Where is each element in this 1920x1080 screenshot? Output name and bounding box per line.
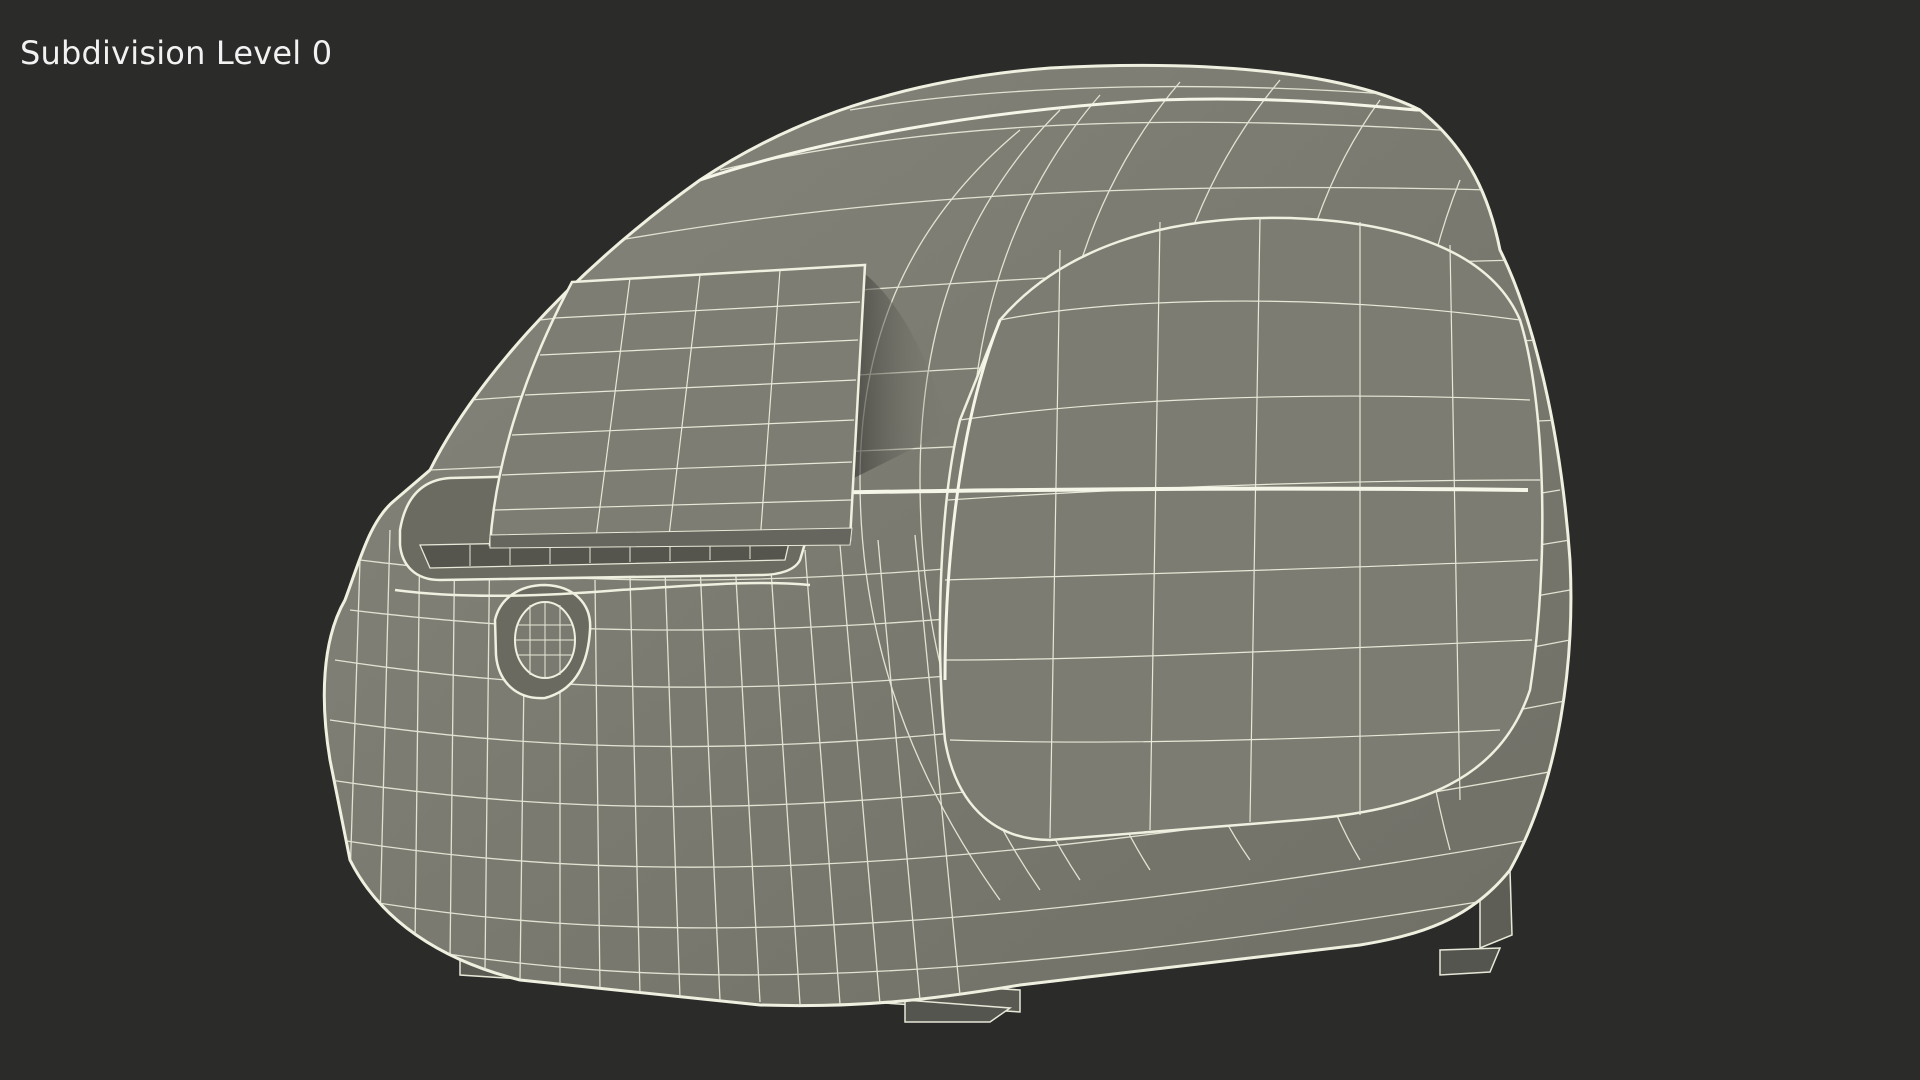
- side-panel-recess: [938, 216, 1544, 842]
- label-printer-wireframe: [322, 63, 1573, 1023]
- viewport: Subdivision Level 0: [0, 0, 1920, 1080]
- label-paper: [488, 263, 867, 549]
